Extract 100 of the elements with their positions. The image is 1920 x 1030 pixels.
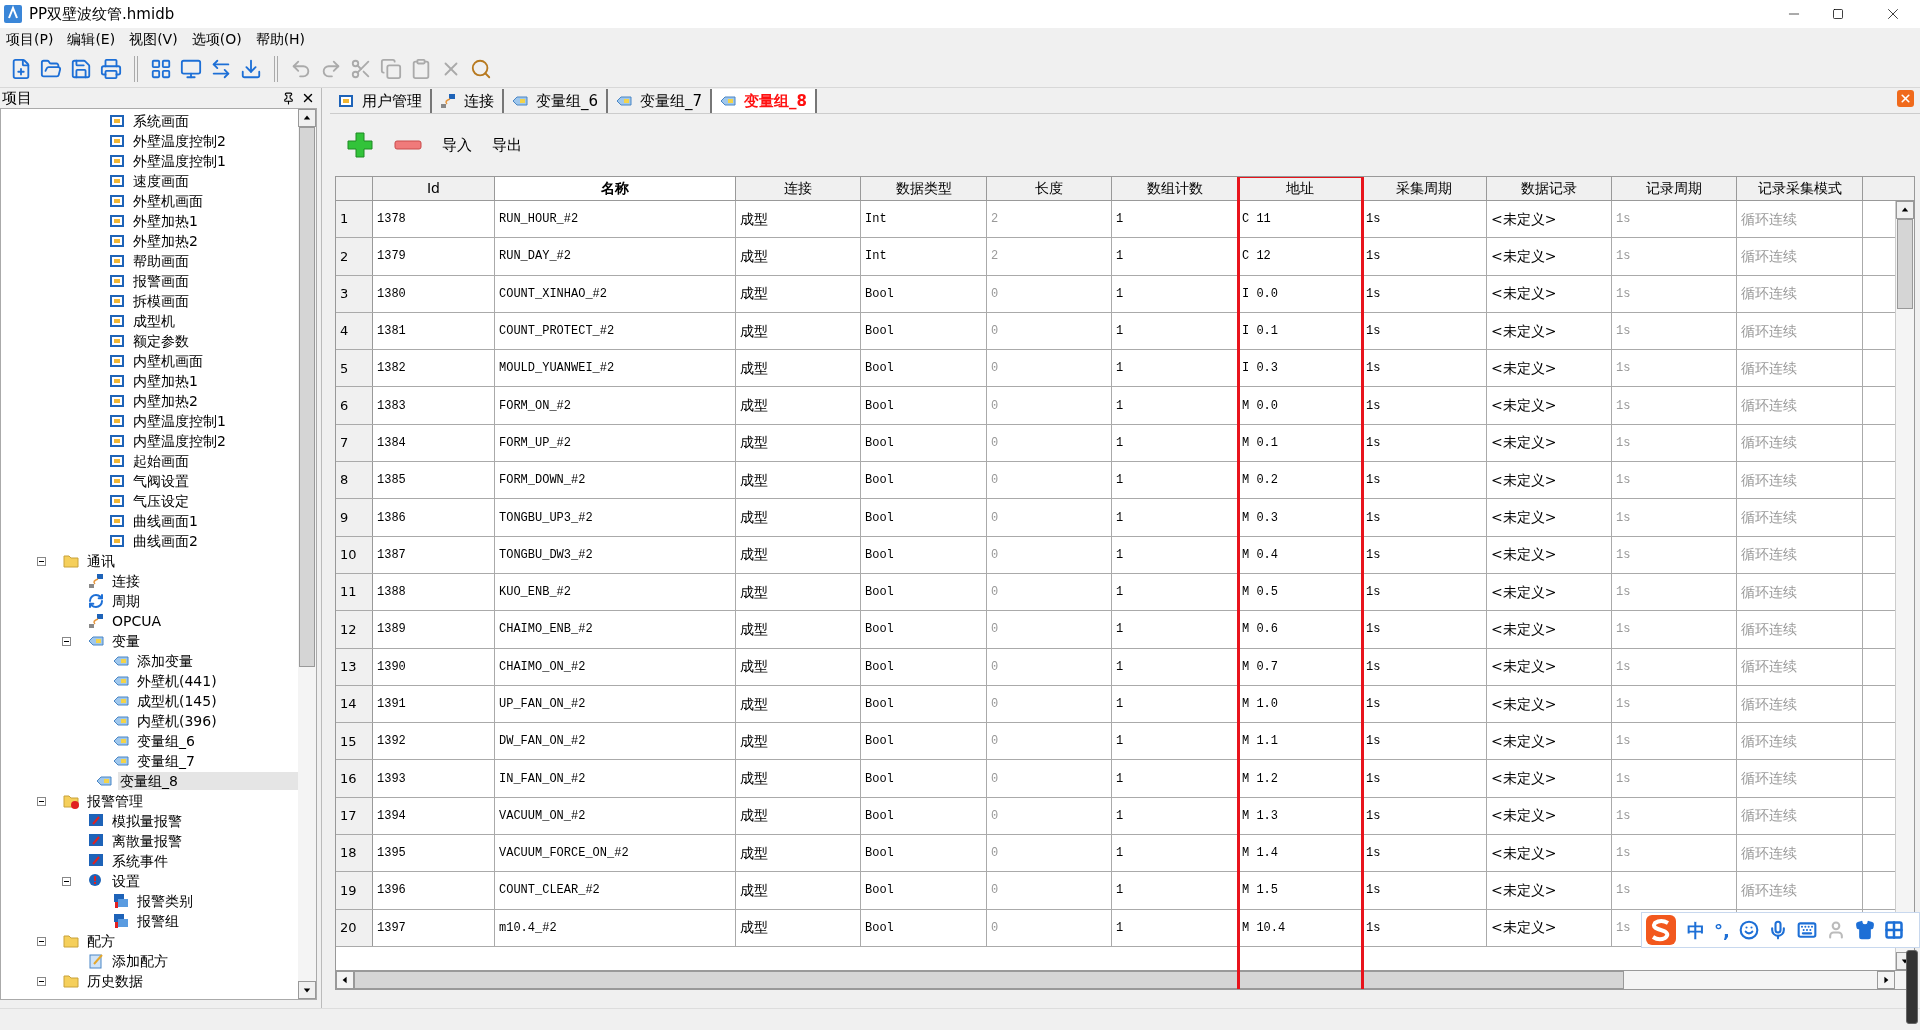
- column-header[interactable]: 记录周期: [1612, 177, 1737, 200]
- tree-item[interactable]: 历史数据: [85, 972, 145, 990]
- tab[interactable]: 变量组_8: [712, 89, 818, 113]
- ime-text[interactable]: 中: [1687, 916, 1705, 944]
- remove-icon[interactable]: [394, 140, 422, 150]
- tree-item[interactable]: 变量组_8: [118, 772, 298, 790]
- row-number[interactable]: 17: [336, 797, 373, 835]
- save-icon[interactable]: [70, 57, 92, 80]
- scrollbar[interactable]: [1895, 201, 1914, 970]
- new-file-icon[interactable]: [10, 57, 32, 80]
- row-number[interactable]: 14: [336, 685, 373, 723]
- close-icon[interactable]: [301, 91, 315, 105]
- download-icon[interactable]: [240, 57, 262, 80]
- tree-item[interactable]: 外壁机(441): [135, 672, 219, 690]
- toolbar-button[interactable]: 导入: [442, 133, 472, 157]
- tree-item[interactable]: OPCUA: [110, 612, 164, 630]
- scroll-down-arrow-icon[interactable]: [303, 986, 311, 994]
- scroll-down-arrow-icon[interactable]: [1901, 957, 1909, 965]
- tree-item[interactable]: 报警画面: [133, 270, 189, 292]
- tree-item[interactable]: 通讯: [85, 552, 117, 570]
- tree-item[interactable]: 外壁温度控制2: [133, 130, 226, 152]
- tree-item[interactable]: 外壁机画面: [133, 190, 203, 212]
- tree-item[interactable]: 变量组_6: [135, 732, 197, 750]
- tree-item[interactable]: 内壁机(396): [135, 712, 219, 730]
- tree-item[interactable]: 内壁温度控制2: [133, 430, 226, 452]
- scroll-up-arrow-icon[interactable]: [1901, 206, 1909, 214]
- scroll-left-arrow-icon[interactable]: [341, 976, 349, 984]
- column-header[interactable]: 采集周期: [1362, 177, 1487, 200]
- row-number[interactable]: 9: [336, 499, 373, 536]
- tree-item[interactable]: 速度画面: [133, 170, 189, 192]
- print-icon[interactable]: [100, 57, 122, 80]
- tree-item[interactable]: 离散量报警: [110, 832, 184, 850]
- column-header[interactable]: 数据记录: [1487, 177, 1612, 200]
- expander-box[interactable]: [37, 796, 46, 806]
- search-icon[interactable]: [470, 57, 492, 80]
- keyboard-icon[interactable]: [1796, 920, 1817, 940]
- row-number[interactable]: 1: [336, 201, 373, 238]
- row-number[interactable]: 5: [336, 350, 373, 387]
- row-number[interactable]: 11: [336, 573, 373, 611]
- row-number[interactable]: 6: [336, 387, 373, 424]
- column-header[interactable]: 连接: [736, 177, 861, 200]
- tree-item[interactable]: 成型机(145): [135, 692, 219, 710]
- shirt-icon[interactable]: [1854, 920, 1875, 940]
- emoji-icon[interactable]: [1738, 920, 1759, 940]
- row-number[interactable]: 18: [336, 835, 373, 872]
- menu-item[interactable]: 项目(P): [4, 28, 56, 50]
- column-header[interactable]: 数据类型: [861, 177, 987, 200]
- row-number[interactable]: 4: [336, 312, 373, 350]
- tree-item[interactable]: 成型机: [133, 310, 175, 332]
- scroll-up-arrow-icon[interactable]: [303, 114, 311, 122]
- row-number[interactable]: 13: [336, 648, 373, 685]
- menu-item[interactable]: 帮助(H): [253, 28, 308, 50]
- tree-item[interactable]: 配方: [85, 932, 117, 950]
- tree-item[interactable]: 拆模画面: [133, 290, 189, 312]
- tree-item[interactable]: 气阀设置: [133, 470, 189, 492]
- tree-item[interactable]: 额定参数: [133, 330, 189, 352]
- tree-item[interactable]: 系统画面: [133, 110, 189, 132]
- tree-item[interactable]: 报警管理: [85, 792, 145, 810]
- scrollbar[interactable]: [298, 109, 316, 999]
- tree-item[interactable]: 外壁加热1: [133, 210, 198, 232]
- tree-item[interactable]: 起始画面: [133, 450, 189, 472]
- apps-icon[interactable]: [1883, 920, 1904, 940]
- expander-box[interactable]: [37, 936, 46, 946]
- ime-text[interactable]: °,: [1714, 916, 1730, 944]
- add-icon[interactable]: [346, 131, 374, 159]
- ime-logo-icon[interactable]: [1644, 913, 1678, 947]
- tree-item[interactable]: 报警组: [135, 912, 181, 930]
- tree-item[interactable]: 外壁温度控制1: [133, 150, 226, 172]
- tree-item[interactable]: 内壁加热1: [133, 370, 198, 392]
- column-header[interactable]: 数组计数: [1112, 177, 1238, 200]
- tree-item[interactable]: 外壁加热2: [133, 230, 198, 252]
- row-number[interactable]: 15: [336, 723, 373, 760]
- row-number[interactable]: 12: [336, 611, 373, 648]
- tree-item[interactable]: 内壁温度控制1: [133, 410, 226, 432]
- row-number[interactable]: 8: [336, 462, 373, 499]
- grid-icon[interactable]: [150, 57, 172, 80]
- tree-item[interactable]: 帮助画面: [133, 250, 189, 272]
- menu-item[interactable]: 视图(V): [127, 28, 180, 50]
- row-number[interactable]: 16: [336, 760, 373, 797]
- row-number[interactable]: 19: [336, 872, 373, 909]
- row-number[interactable]: 10: [336, 536, 373, 573]
- tree-item[interactable]: 曲线画面2: [133, 530, 198, 552]
- expander-box[interactable]: [37, 556, 46, 566]
- monitor-icon[interactable]: [180, 57, 202, 80]
- column-header[interactable]: 记录采集模式: [1737, 177, 1863, 200]
- menu-item[interactable]: 编辑(E): [65, 28, 118, 50]
- expander-box[interactable]: [37, 976, 46, 986]
- tree-item[interactable]: 添加变量: [135, 652, 195, 670]
- tree-item[interactable]: 内壁机画面: [133, 350, 203, 372]
- row-number[interactable]: 2: [336, 238, 373, 275]
- close-tab-button[interactable]: [1897, 90, 1914, 107]
- restore-icon[interactable]: [1832, 8, 1844, 20]
- column-header[interactable]: 名称: [495, 177, 736, 200]
- transfer-icon[interactable]: [210, 57, 232, 80]
- expander-box[interactable]: [62, 876, 71, 886]
- row-number[interactable]: 20: [336, 909, 373, 946]
- tree-item[interactable]: 气压设定: [133, 490, 189, 512]
- tree-item[interactable]: 连接: [110, 572, 142, 590]
- tree-item[interactable]: 变量: [110, 632, 142, 650]
- tree-item[interactable]: 添加配方: [110, 952, 170, 970]
